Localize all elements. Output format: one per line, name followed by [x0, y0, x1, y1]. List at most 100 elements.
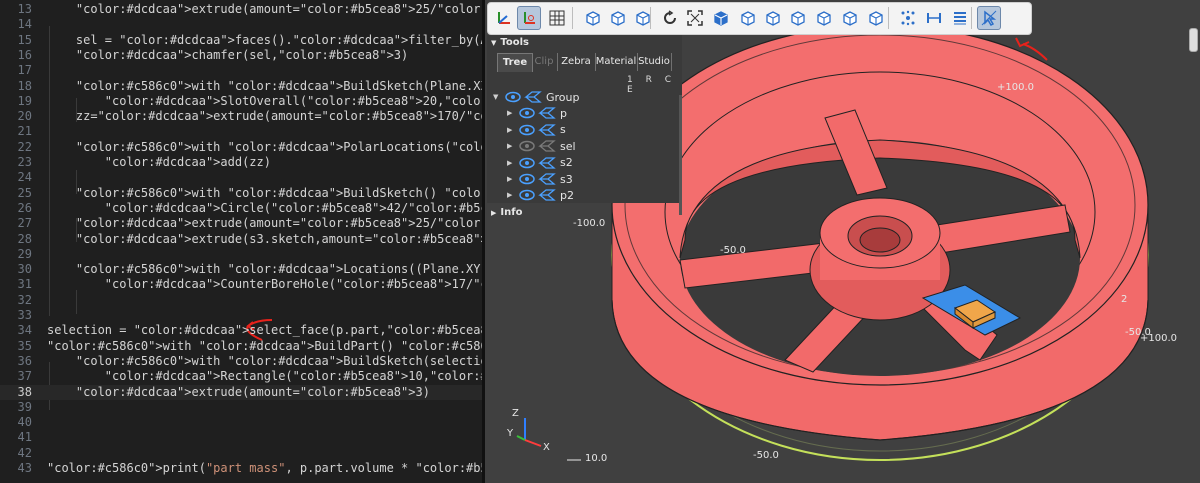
- code-line[interactable]: 19 "color:#dcdcaa">SlotOverall("color:#b…: [0, 94, 582, 109]
- tree-node-s[interactable]: ▶ s: [507, 122, 566, 138]
- code-line[interactable]: 24: [0, 170, 482, 185]
- code-line[interactable]: 37 "color:#dcdcaa">Rectangle("color:#b5c…: [0, 369, 568, 384]
- view-front-button[interactable]: [736, 6, 760, 30]
- black-edges-button[interactable]: [631, 6, 655, 30]
- fit-button[interactable]: [683, 6, 707, 30]
- chevron-right-icon[interactable]: ▶: [507, 175, 519, 183]
- code-text[interactable]: "color:#dcdcaa">chamfer(sel,"color:#b5ce…: [47, 48, 408, 63]
- view-top-button[interactable]: [786, 6, 810, 30]
- select-button[interactable]: [977, 6, 1001, 30]
- code-line[interactable]: 38 "color:#dcdcaa">extrude(amount="color…: [0, 384, 482, 400]
- code-line[interactable]: 33: [0, 308, 482, 323]
- eye-icon[interactable]: [519, 140, 535, 152]
- code-line[interactable]: 15 sel = "color:#dcdcaa">faces()."color:…: [0, 33, 1008, 48]
- distance-button[interactable]: [922, 6, 946, 30]
- tree-node-s3[interactable]: ▶ s3: [507, 171, 573, 187]
- eye-icon[interactable]: [519, 124, 535, 136]
- code-line[interactable]: 29: [0, 247, 482, 262]
- tree-node-p[interactable]: ▶ p: [507, 105, 567, 121]
- code-line[interactable]: 17: [0, 63, 482, 78]
- grid-label: 2: [1121, 294, 1128, 305]
- code-line[interactable]: 20 zz="color:#dcdcaa">extrude(amount="co…: [0, 109, 734, 124]
- tab-zebra[interactable]: Zebra: [557, 53, 596, 71]
- view-rear-button[interactable]: [761, 6, 785, 30]
- viewer-scroll-handle[interactable]: [1189, 28, 1198, 52]
- code-line[interactable]: 35 "color:#c586c0">with "color:#dcdcaa">B…: [0, 339, 560, 354]
- code-line[interactable]: 23 "color:#dcdcaa">add(zz): [0, 155, 482, 170]
- code-line[interactable]: 27 "color:#dcdcaa">extrude(amount="color…: [0, 216, 756, 231]
- tree-node-label: Group: [546, 90, 580, 104]
- code-line[interactable]: 30 "color:#c586c0">with "color:#dcdcaa">…: [0, 262, 980, 277]
- code-text[interactable]: "color:#dcdcaa">Circle("color:#b5cea8">4…: [47, 201, 539, 216]
- tools-header[interactable]: ▼ Tools: [491, 37, 529, 48]
- chevron-down-icon[interactable]: ▼: [493, 93, 505, 101]
- view-left-button[interactable]: [838, 6, 862, 30]
- chevron-right-icon[interactable]: ▶: [507, 126, 519, 134]
- perspective-button[interactable]: [581, 6, 605, 30]
- code-line[interactable]: 25 "color:#c586c0">with "color:#dcdcaa">…: [0, 186, 604, 201]
- right-cube-icon: [867, 9, 885, 27]
- code-text[interactable]: selection = "color:#dcdcaa">select_face(…: [47, 323, 517, 338]
- shape-icon[interactable]: [524, 91, 542, 103]
- grid-button[interactable]: [545, 6, 569, 30]
- axes-toggle-button[interactable]: [492, 6, 516, 30]
- chevron-right-icon[interactable]: ▶: [507, 142, 519, 150]
- code-line[interactable]: 13 "color:#dcdcaa">extrude(amount="color…: [0, 2, 756, 17]
- code-line[interactable]: 41: [0, 430, 482, 445]
- tree-node-Group[interactable]: ▼ Group: [493, 89, 580, 105]
- code-line[interactable]: 14: [0, 17, 482, 32]
- eye-icon[interactable]: [519, 173, 535, 185]
- code-text[interactable]: "color:#dcdcaa">extrude(amount="color:#b…: [47, 385, 430, 400]
- code-line[interactable]: 32: [0, 293, 482, 308]
- tab-studio[interactable]: Studio: [637, 53, 672, 71]
- code-line[interactable]: 34 selection = "color:#dcdcaa">select_fac…: [0, 323, 517, 338]
- line-number: 33: [17, 308, 32, 322]
- eye-icon[interactable]: [505, 91, 521, 103]
- code-line[interactable]: 31 "color:#dcdcaa">CounterBoreHole("colo…: [0, 277, 1008, 292]
- chevron-right-icon[interactable]: ▶: [507, 159, 519, 167]
- chevron-right-icon[interactable]: ▶: [507, 109, 519, 117]
- tree-scrollbar[interactable]: [679, 95, 682, 215]
- code-text[interactable]: "color:#dcdcaa">add(zz): [47, 155, 271, 170]
- view-right-button[interactable]: [864, 6, 888, 30]
- tree-node-sel[interactable]: ▶ sel: [507, 138, 576, 154]
- line-number: 14: [17, 17, 32, 32]
- code-line[interactable]: 39: [0, 400, 482, 415]
- info-header[interactable]: ▶ Info: [491, 207, 522, 218]
- code-line[interactable]: 36 "color:#c586c0">with "color:#dcdcaa">…: [0, 354, 662, 369]
- shape-icon[interactable]: [538, 189, 556, 202]
- tab-material[interactable]: Material: [595, 53, 638, 71]
- code-line[interactable]: 42: [0, 446, 482, 461]
- eye-icon[interactable]: [519, 189, 535, 201]
- shape-icon[interactable]: [538, 156, 556, 169]
- shape-icon[interactable]: [538, 124, 556, 136]
- code-line[interactable]: 16 "color:#dcdcaa">chamfer(sel,"color:#b…: [0, 48, 482, 63]
- transparent-button[interactable]: [606, 6, 630, 30]
- code-editor[interactable]: 13 "color:#dcdcaa">extrude(amount="color…: [0, 0, 1008, 483]
- eye-icon[interactable]: [519, 107, 535, 119]
- tree-node-s2[interactable]: ▶ s2: [507, 155, 573, 171]
- code-line[interactable]: 26 "color:#dcdcaa">Circle("color:#b5cea8…: [0, 201, 539, 216]
- shape-icon[interactable]: [538, 140, 556, 152]
- tab-tree[interactable]: Tree: [497, 53, 533, 72]
- tree-node-p2[interactable]: ▶ p2: [507, 187, 574, 203]
- eye-icon[interactable]: [519, 157, 535, 169]
- code-line[interactable]: 28 "color:#dcdcaa">extrude(s3.sketch,amo…: [0, 232, 943, 247]
- code-line[interactable]: 21: [0, 124, 482, 139]
- code-line[interactable]: 40: [0, 415, 482, 430]
- axes0-toggle-button[interactable]: [517, 6, 541, 30]
- view-iso-button[interactable]: [709, 6, 733, 30]
- chevron-right-icon[interactable]: ▶: [507, 191, 519, 199]
- code-line[interactable]: 43 "color:#c586c0">print("part mass", p.p…: [0, 461, 727, 476]
- reset-button[interactable]: [658, 6, 682, 30]
- axes-origin-icon: [521, 10, 537, 26]
- line-number: 40: [17, 415, 32, 430]
- code-line[interactable]: 18 "color:#c586c0">with "color:#dcdcaa">…: [0, 79, 965, 94]
- properties-button[interactable]: [948, 6, 972, 30]
- cad-viewer[interactable]: +100.0 -100.0 -50.0 -50.0 +100.0 -50.0 2…: [485, 0, 1200, 483]
- explode-button[interactable]: [896, 6, 920, 30]
- shape-icon[interactable]: [538, 173, 556, 185]
- shape-icon[interactable]: [538, 107, 556, 120]
- view-bottom-button[interactable]: [812, 6, 836, 30]
- code-line[interactable]: 22 "color:#c586c0">with "color:#dcdcaa">…: [0, 140, 719, 155]
